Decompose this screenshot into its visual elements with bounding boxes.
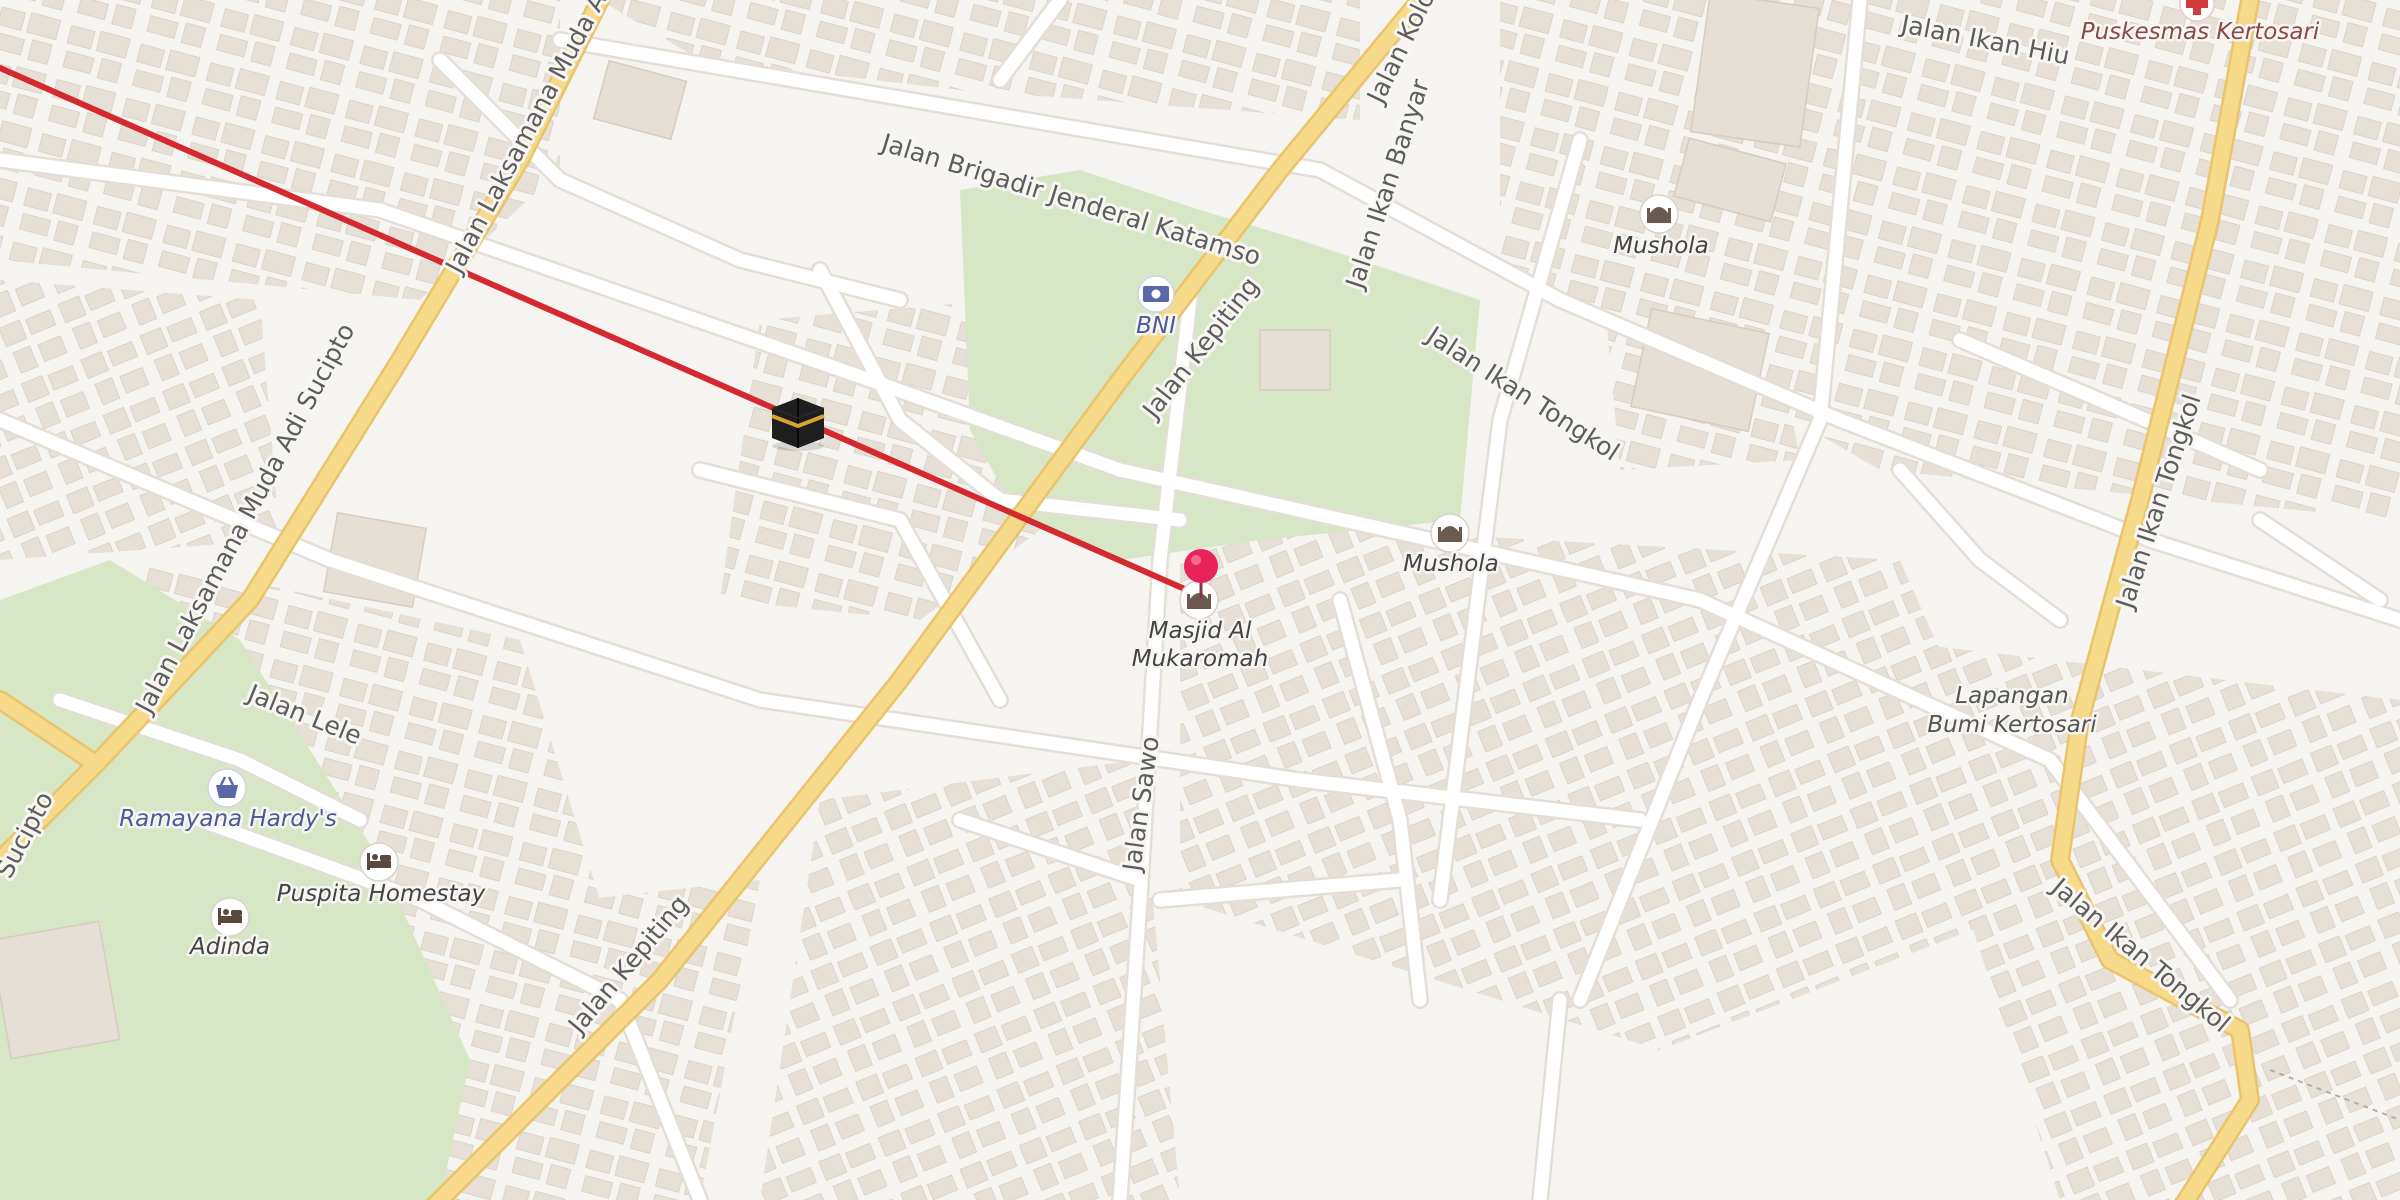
bank-icon [1137, 275, 1175, 313]
poi-label-lapangan-line2: Bumi Kertosari [1927, 712, 2097, 738]
map-canvas[interactable]: Jalan Brigadir Jenderal Katamso Jalan Ke… [0, 0, 2400, 1200]
poi-label-masjid-line1: Masjid Al [1149, 618, 1252, 644]
poi-label-lapangan-line1: Lapangan [1955, 683, 2068, 709]
poi-label-mushola-north: Mushola [1613, 233, 1709, 259]
mosque-icon [1179, 580, 1219, 620]
poi-label-ramayana: Ramayana Hardy's [119, 806, 337, 832]
mosque-icon [1639, 194, 1679, 234]
shopping-basket-icon [207, 768, 247, 808]
bed-icon [210, 897, 250, 937]
mosque-icon [1430, 513, 1470, 553]
poi-label-masjid-line2: Mukaromah [1132, 646, 1268, 672]
poi-label-puskesmas: Puskesmas Kertosari [2081, 19, 2320, 45]
poi-label-bni: BNI [1136, 313, 1176, 339]
kaaba-icon [771, 398, 825, 451]
poi-label-puspita: Puspita Homestay [277, 881, 486, 907]
poi-label-adinda: Adinda [188, 934, 270, 960]
map-view[interactable]: Jalan Brigadir Jenderal Katamso Jalan Ke… [0, 0, 2400, 1200]
bed-icon [359, 842, 399, 882]
poi-label-mushola-east: Mushola [1403, 551, 1499, 577]
